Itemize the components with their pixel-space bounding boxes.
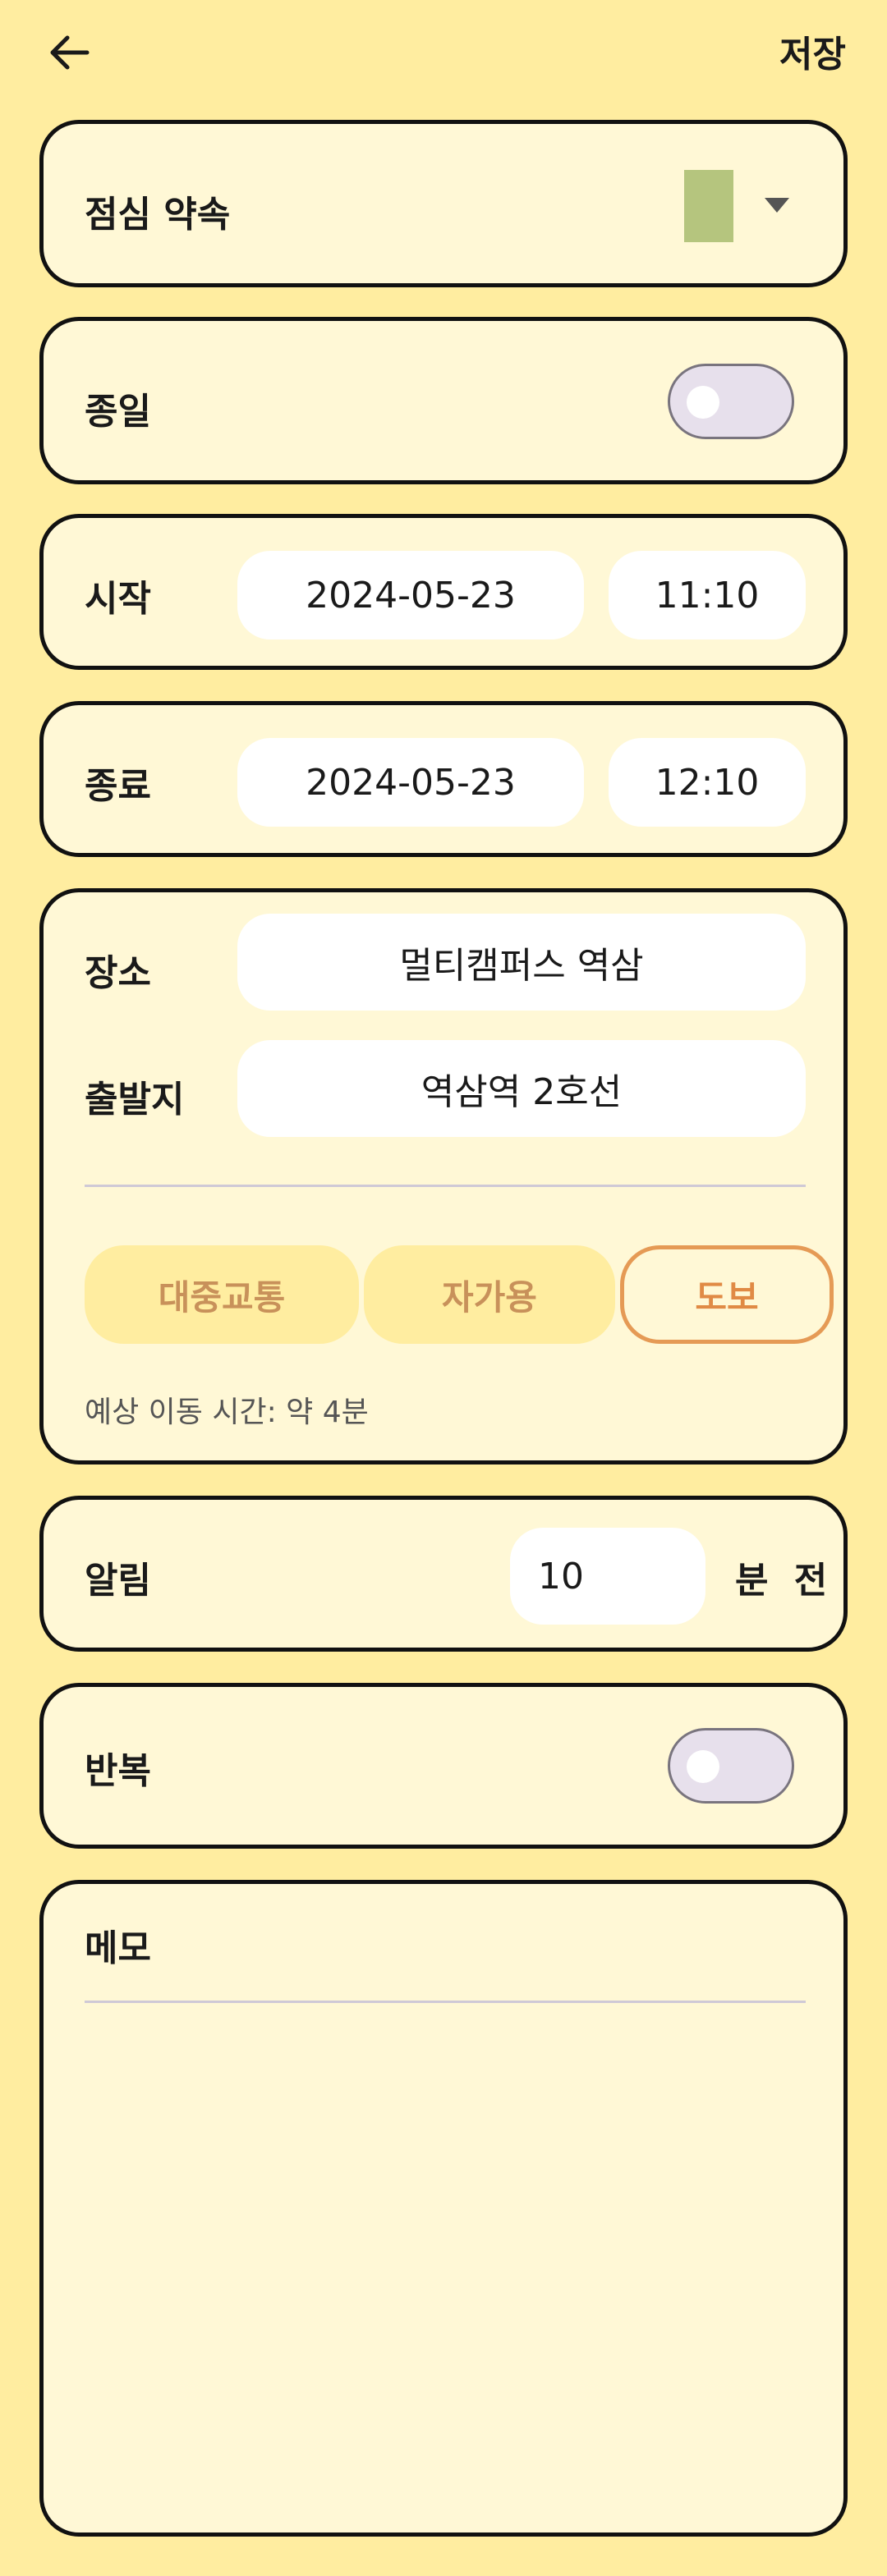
alarm-card: 알림 10 분 전 (39, 1496, 848, 1652)
save-button[interactable]: 저장 (779, 25, 846, 77)
memo-divider (85, 2001, 806, 2003)
dropdown-triangle-icon[interactable] (763, 196, 791, 214)
toggle-knob (687, 386, 719, 419)
travel-time-text: 예상 이동 시간: 약 4분 (85, 1396, 369, 1429)
end-card: 종료 2024-05-23 12:10 (39, 701, 848, 857)
back-button[interactable] (39, 23, 99, 82)
color-swatch[interactable] (684, 170, 733, 242)
start-date-field[interactable]: 2024-05-23 (237, 551, 584, 639)
top-bar: 저장 (0, 0, 887, 107)
location-card: 장소 멀티캠퍼스 역삼 출발지 역삼역 2호선 대중교통 자가용 도보 예상 이… (39, 888, 848, 1464)
place-field[interactable]: 멀티캠퍼스 역삼 (237, 914, 806, 1011)
end-time-field[interactable]: 12:10 (609, 738, 806, 827)
repeat-label: 반복 (85, 1750, 151, 1792)
car-mode-button[interactable]: 자가용 (364, 1245, 615, 1344)
toggle-knob (687, 1750, 719, 1783)
end-label: 종료 (85, 765, 151, 807)
memo-label: 메모 (85, 1927, 151, 1969)
start-card: 시작 2024-05-23 11:10 (39, 514, 848, 670)
all-day-toggle[interactable] (668, 364, 794, 439)
memo-textarea[interactable] (85, 2015, 806, 2500)
start-label: 시작 (85, 578, 151, 620)
all-day-card: 종일 (39, 317, 848, 484)
arrow-left-icon (50, 35, 90, 70)
repeat-toggle[interactable] (668, 1728, 794, 1804)
origin-label: 출발지 (85, 1079, 185, 1121)
all-day-label: 종일 (85, 391, 151, 433)
memo-card: 메모 (39, 1880, 848, 2537)
transit-mode-button[interactable]: 대중교통 (85, 1245, 359, 1344)
end-date-field[interactable]: 2024-05-23 (237, 738, 584, 827)
walk-mode-button[interactable]: 도보 (620, 1245, 834, 1344)
alarm-label: 알림 (85, 1560, 151, 1602)
start-time-field[interactable]: 11:10 (609, 551, 806, 639)
place-label: 장소 (85, 952, 151, 994)
repeat-card: 반복 (39, 1683, 848, 1849)
event-title[interactable]: 점심 약속 (85, 185, 230, 237)
title-card: 점심 약속 (39, 120, 848, 287)
location-divider (85, 1185, 806, 1187)
alarm-suffix: 분 전 (735, 1560, 834, 1602)
origin-field[interactable]: 역삼역 2호선 (237, 1040, 806, 1137)
alarm-minutes-field[interactable]: 10 (510, 1528, 705, 1625)
